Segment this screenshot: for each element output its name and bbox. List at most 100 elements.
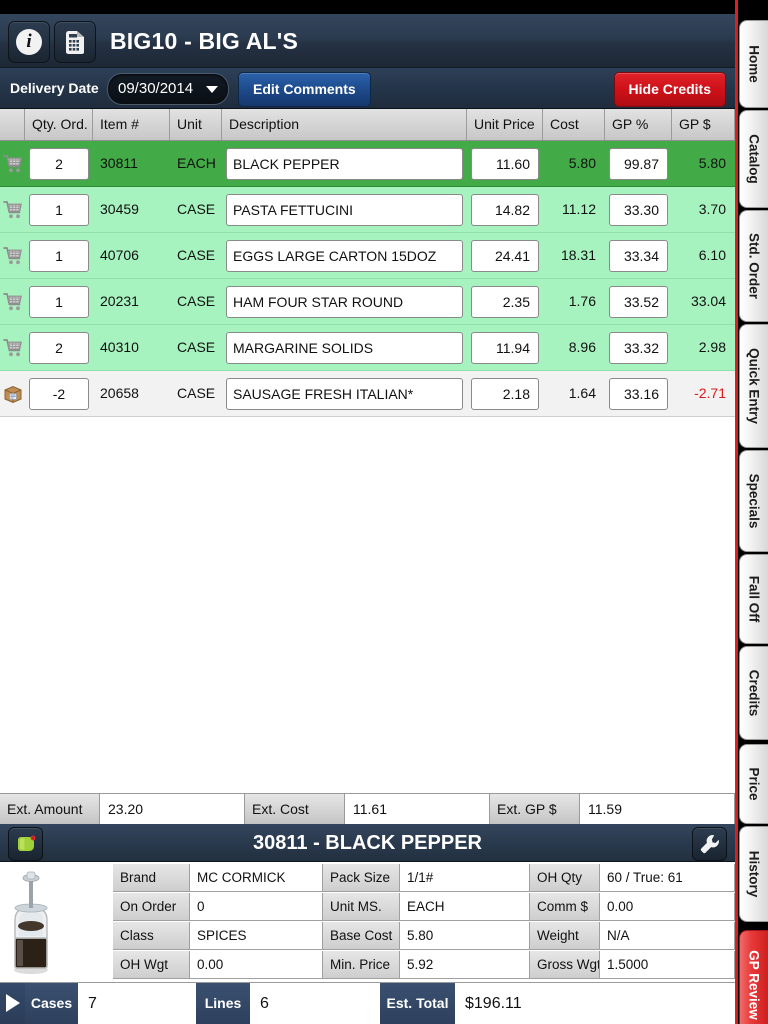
hide-credits-button[interactable]: Hide Credits — [613, 72, 726, 107]
rail-tab-home[interactable]: Home — [739, 20, 768, 108]
qty-ordered-input[interactable]: -2 — [29, 378, 89, 410]
ext-total-value: 11.59 — [580, 794, 735, 824]
rail-tab-label: Home — [746, 45, 762, 83]
grid-column-header[interactable]: Unit — [170, 109, 222, 140]
rail-tab-specials[interactable]: Specials — [739, 450, 768, 552]
rail-tab-gp-review[interactable]: GP Review — [739, 930, 768, 1024]
detail-field-value: EACH — [400, 893, 530, 921]
rail-accent-line — [735, 0, 738, 1024]
unit-price-input[interactable]: 11.94 — [471, 332, 539, 364]
summary-label: Cases — [25, 983, 78, 1024]
row-cart-button[interactable] — [3, 154, 23, 174]
gp-percent-input[interactable]: 33.52 — [609, 286, 668, 318]
grid-column-header[interactable]: GP $ — [672, 109, 735, 140]
table-row[interactable]: 2 30811 EACH BLACK PEPPER 11.60 5.80 99.87 5.80 — [0, 141, 735, 187]
play-arrow-icon — [6, 994, 20, 1012]
rail-tab-history[interactable]: History — [739, 826, 768, 922]
detail-field-value: 5.92 — [400, 951, 530, 979]
unit-price-input[interactable]: 14.82 — [471, 194, 539, 226]
calculator-icon — [66, 31, 84, 54]
gp-percent-input[interactable]: 33.16 — [609, 378, 668, 410]
chevron-down-icon — [206, 86, 218, 93]
detail-field-value: 1/1# — [400, 864, 530, 892]
description-input[interactable]: BLACK PEPPER — [226, 148, 463, 180]
detail-field-value: 0.00 — [600, 893, 735, 921]
row-cart-button[interactable] — [3, 292, 23, 312]
grid-column-header[interactable]: Description — [222, 109, 467, 140]
gp-percent-input[interactable]: 33.34 — [609, 240, 668, 272]
grid-column-header[interactable]: GP % — [605, 109, 672, 140]
detail-field-label: Weight — [530, 922, 600, 950]
rail-tab-std-order[interactable]: Std. Order — [739, 210, 768, 322]
detail-field-label: OH Qty — [530, 864, 600, 892]
gp-percent-input[interactable]: 33.32 — [609, 332, 668, 364]
grid-column-header[interactable]: Qty. Ord. — [25, 109, 93, 140]
qty-ordered-input[interactable]: 1 — [29, 194, 89, 226]
row-box-button[interactable] — [3, 384, 23, 404]
rail-tab-label: Quick Entry — [746, 348, 762, 424]
calculator-button[interactable] — [54, 21, 96, 63]
gp-percent-input[interactable]: 33.30 — [609, 194, 668, 226]
rail-tab-credits[interactable]: Credits — [739, 646, 768, 740]
unit-price-input[interactable]: 24.41 — [471, 240, 539, 272]
rail-tab-label: Specials — [746, 473, 762, 529]
row-cart-button[interactable] — [3, 246, 23, 266]
expand-button[interactable] — [0, 983, 25, 1024]
row-cart-button[interactable] — [3, 200, 23, 220]
description-input[interactable]: PASTA FETTUCINI — [226, 194, 463, 226]
ext-total-value: 11.61 — [345, 794, 490, 824]
description-input[interactable]: EGGS LARGE CARTON 15DOZ — [226, 240, 463, 272]
grid-column-header[interactable]: Unit Price — [467, 109, 543, 140]
rail-tab-label: GP Review — [746, 950, 762, 1020]
table-row[interactable]: 1 40706 CASE EGGS LARGE CARTON 15DOZ 24.41 18… — [0, 233, 735, 279]
delivery-date-value: 09/30/2014 — [118, 80, 194, 97]
table-row[interactable]: -2 20658 CASE SAUSAGE FRESH ITALIAN* 2.18 1.6… — [0, 371, 735, 417]
tools-button[interactable] — [692, 827, 727, 861]
item-detail-title: 30811 - BLACK PEPPER — [253, 832, 482, 854]
page-title: BIG10 - BIG AL'S — [110, 28, 299, 54]
side-tab-rail: Home Catalog Std. Order Quick Entry Specials… — [735, 0, 768, 1024]
rail-tab-price[interactable]: Price — [739, 744, 768, 824]
delivery-date-dropdown[interactable]: 09/30/2014 — [107, 73, 229, 105]
rail-tab-fall-off[interactable]: Fall Off — [739, 554, 768, 644]
summary-value: 6 — [250, 983, 380, 1024]
table-row[interactable]: 1 30459 CASE PASTA FETTUCINI 14.82 11.12 33.30… — [0, 187, 735, 233]
description-input[interactable]: MARGARINE SOLIDS — [226, 332, 463, 364]
cart-icon — [3, 247, 22, 265]
detail-field-label: Unit MS. — [323, 893, 400, 921]
gp-percent-input[interactable]: 99.87 — [609, 148, 668, 180]
qty-ordered-input[interactable]: 2 — [29, 148, 89, 180]
summary-value: $196.11 — [455, 983, 735, 1024]
unit-price-input[interactable]: 2.18 — [471, 378, 539, 410]
unit-price-input[interactable]: 11.60 — [471, 148, 539, 180]
gp-dollar-cell: -2.71 — [694, 385, 726, 401]
order-entry-screen: i BIG10 - BIG AL'S Delivery Date 09/30/2… — [0, 0, 768, 1024]
description-input[interactable]: SAUSAGE FRESH ITALIAN* — [226, 378, 463, 410]
description-input[interactable]: HAM FOUR STAR ROUND — [226, 286, 463, 318]
info-button[interactable]: i — [8, 21, 50, 63]
edit-comments-button[interactable]: Edit Comments — [238, 72, 371, 107]
rail-tab-quick-entry[interactable]: Quick Entry — [739, 324, 768, 448]
detail-field-label: Pack Size — [323, 864, 400, 892]
item-number-cell: 40310 — [100, 339, 139, 355]
unit-cell: CASE — [177, 293, 216, 309]
grid-column-header[interactable]: Cost — [543, 109, 605, 140]
rail-tab-label: Catalog — [746, 134, 762, 184]
grid-column-header[interactable] — [0, 109, 25, 140]
table-row[interactable]: 1 20231 CASE HAM FOUR STAR ROUND 2.35 1.76 33.… — [0, 279, 735, 325]
item-detail-header: 30811 - BLACK PEPPER — [0, 824, 735, 862]
grid-column-header[interactable]: Item # — [93, 109, 170, 140]
qty-ordered-input[interactable]: 1 — [29, 286, 89, 318]
rail-tab-catalog[interactable]: Catalog — [739, 110, 768, 208]
qty-ordered-input[interactable]: 2 — [29, 332, 89, 364]
detail-field-label: Class — [113, 922, 190, 950]
row-cart-button[interactable] — [3, 338, 23, 358]
grid-header-row: Qty. Ord. Item # Unit Description Unit Price… — [0, 109, 735, 141]
qty-ordered-input[interactable]: 1 — [29, 240, 89, 272]
table-row[interactable]: 2 40310 CASE MARGARINE SOLIDS 11.94 8.96 33.32… — [0, 325, 735, 371]
cost-cell: 8.96 — [568, 339, 596, 355]
cost-cell: 1.76 — [568, 293, 596, 309]
main-panel: i BIG10 - BIG AL'S Delivery Date 09/30/2… — [0, 0, 735, 1024]
unit-price-input[interactable]: 2.35 — [471, 286, 539, 318]
cost-cell: 18.31 — [560, 247, 596, 263]
